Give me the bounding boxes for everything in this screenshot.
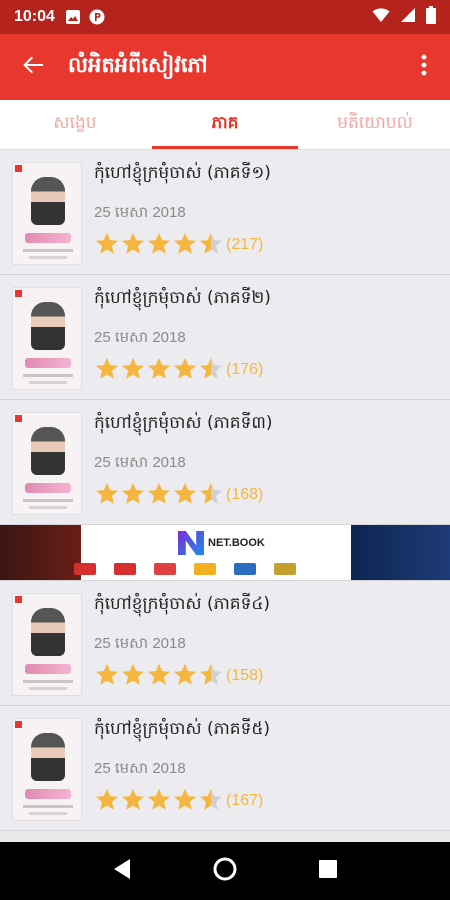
episode-date: 25 មេសា 2018 xyxy=(94,454,186,471)
rating-count: (167) xyxy=(226,792,264,809)
star-icon xyxy=(199,663,223,685)
episode-date: 25 មេសា 2018 xyxy=(94,635,186,652)
star-icon xyxy=(147,663,171,685)
rating: (217) xyxy=(94,231,263,259)
tab-bar: សង្ខេប ភាគ មតិយោបល់ xyxy=(0,100,450,150)
list-item[interactable]: កុំហៅខ្ញុំក្រមុំចាស់ (ភាគទី៥) 25 មេសា 20… xyxy=(0,706,450,831)
star-icon xyxy=(95,663,119,685)
star-icon xyxy=(147,232,171,254)
star-icon xyxy=(95,357,119,379)
rating-stars xyxy=(94,787,224,815)
star-icon xyxy=(173,357,197,379)
star-icon xyxy=(199,357,223,379)
episode-title: កុំហៅខ្ញុំក្រមុំចាស់ (ភាគទី២) xyxy=(94,288,271,308)
ad-sponsor-logos xyxy=(74,563,296,575)
star-icon xyxy=(95,788,119,810)
triangle-back-icon xyxy=(112,858,132,884)
rating-stars xyxy=(94,356,224,384)
system-nav-bar xyxy=(0,842,450,900)
image-notification-icon xyxy=(65,9,81,25)
rating-count: (176) xyxy=(226,361,264,378)
episode-title: កុំហៅខ្ញុំក្រមុំចាស់ (ភាគទី៤) xyxy=(94,594,271,614)
star-icon xyxy=(121,788,145,810)
episode-title: កុំហៅខ្ញុំក្រមុំចាស់ (ភាគទី១) xyxy=(94,163,271,183)
signal-icon xyxy=(400,7,416,27)
tab-summary[interactable]: សង្ខេប xyxy=(0,100,150,149)
book-cover-image xyxy=(12,718,82,821)
rating-stars xyxy=(94,231,224,259)
list-item[interactable]: កុំហៅខ្ញុំក្រមុំចាស់ (ភាគទី៤) 25 មេសា 20… xyxy=(0,581,450,706)
status-bar: 10:04 xyxy=(0,0,450,34)
episode-date: 25 មេសា 2018 xyxy=(94,760,186,777)
star-icon xyxy=(199,788,223,810)
back-button[interactable] xyxy=(0,34,66,100)
star-icon xyxy=(95,482,119,504)
p-notification-icon xyxy=(89,9,105,25)
nav-recents-button[interactable] xyxy=(308,851,348,891)
rating-count: (168) xyxy=(226,486,264,503)
star-icon xyxy=(199,232,223,254)
rating-stars xyxy=(94,662,224,690)
star-icon xyxy=(121,663,145,685)
book-cover-image xyxy=(12,412,82,515)
list-item[interactable]: កុំហៅខ្ញុំក្រមុំចាស់ (ភាគទី២) 25 មេសា 20… xyxy=(0,275,450,400)
wifi-icon xyxy=(372,7,390,27)
more-vert-icon xyxy=(421,54,427,80)
ad-logo: NET.BOOK xyxy=(178,529,308,557)
book-cover-image xyxy=(12,593,82,696)
ad-banner[interactable]: NET.BOOK xyxy=(0,525,450,581)
rating-stars xyxy=(94,481,224,509)
brand-logo-icon xyxy=(178,531,204,555)
star-icon xyxy=(199,482,223,504)
episode-date: 25 មេសា 2018 xyxy=(94,329,186,346)
star-icon xyxy=(173,663,197,685)
list-item[interactable]: កុំហៅខ្ញុំក្រមុំចាស់ (ភាគទី១) 25 មេសា 20… xyxy=(0,150,450,275)
square-recents-icon xyxy=(318,859,338,883)
rating-count: (158) xyxy=(226,667,264,684)
rating: (158) xyxy=(94,662,263,690)
episode-list: កុំហៅខ្ញុំក្រមុំចាស់ (ភាគទី១) 25 មេសា 20… xyxy=(0,150,450,842)
rating: (168) xyxy=(94,481,263,509)
overflow-menu-button[interactable] xyxy=(398,34,450,100)
nav-home-button[interactable] xyxy=(205,851,245,891)
star-icon xyxy=(173,788,197,810)
star-icon xyxy=(121,482,145,504)
star-icon xyxy=(173,482,197,504)
circle-home-icon xyxy=(213,857,237,885)
episode-date: 25 មេសា 2018 xyxy=(94,204,186,221)
nav-back-button[interactable] xyxy=(102,851,142,891)
star-icon xyxy=(95,232,119,254)
rating: (167) xyxy=(94,787,263,815)
ad-brand: NET.BOOK xyxy=(208,537,265,549)
rating-count: (217) xyxy=(226,236,264,253)
star-icon xyxy=(147,357,171,379)
arrow-back-icon xyxy=(22,54,44,80)
episode-title: កុំហៅខ្ញុំក្រមុំចាស់ (ភាគទី៥) xyxy=(94,719,271,739)
star-icon xyxy=(173,232,197,254)
star-icon xyxy=(121,357,145,379)
app-bar: លំអិតអំពីសៀវភៅ xyxy=(0,34,450,100)
list-item[interactable]: កុំហៅខ្ញុំក្រមុំចាស់ (ភាគទី៣) 25 មេសា 20… xyxy=(0,400,450,525)
star-icon xyxy=(147,482,171,504)
tab-episodes[interactable]: ភាគ xyxy=(150,100,300,149)
book-cover-image xyxy=(12,287,82,390)
episode-title: កុំហៅខ្ញុំក្រមុំចាស់ (ភាគទី៣) xyxy=(94,413,273,433)
star-icon xyxy=(121,232,145,254)
page-title: លំអិតអំពីសៀវភៅ xyxy=(68,52,208,77)
rating: (176) xyxy=(94,356,263,384)
battery-icon xyxy=(426,6,436,28)
tab-comments[interactable]: មតិយោបល់ xyxy=(300,100,450,149)
book-cover-image xyxy=(12,162,82,265)
status-time: 10:04 xyxy=(14,8,55,25)
star-icon xyxy=(147,788,171,810)
